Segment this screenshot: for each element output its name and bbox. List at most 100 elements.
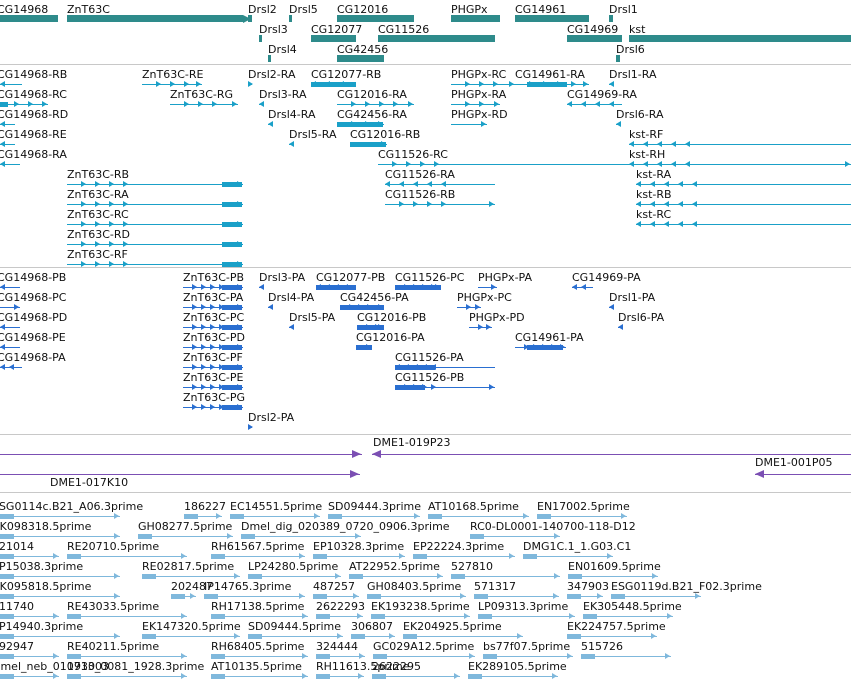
gene-bar[interactable] xyxy=(616,55,620,62)
gene-bar[interactable] xyxy=(67,15,243,22)
est-label[interactable]: GC029A12.5prime xyxy=(373,640,474,653)
est-label[interactable]: 306807 xyxy=(351,620,393,633)
protein-label[interactable]: CG14968-PA xyxy=(0,351,66,364)
gene-label[interactable]: Drsl3 xyxy=(259,23,288,36)
clone-label[interactable]: DME1-001P05 xyxy=(755,456,833,469)
transcript-label[interactable]: ZnT63C-RE xyxy=(142,68,203,81)
est-label[interactable]: AT10135.5prime xyxy=(211,660,302,673)
gene-label[interactable]: Drsl2 xyxy=(248,3,277,16)
est-label[interactable]: ESG0119d.B21_F02.3prime xyxy=(611,580,762,593)
est-label[interactable]: RE02817.5prime xyxy=(142,560,234,573)
protein-label[interactable]: ZnT63C-PB xyxy=(183,271,244,284)
transcript-label[interactable]: ZnT63C-RG xyxy=(170,88,233,101)
est-label[interactable]: bs77f07.5prime xyxy=(483,640,570,653)
transcript-label[interactable]: CG14968-RD xyxy=(0,108,68,121)
est-label[interactable]: 487257 xyxy=(313,580,355,593)
est-label[interactable]: GH08403.5prime xyxy=(367,580,461,593)
protein-label[interactable]: CG11526-PC xyxy=(395,271,464,284)
transcript-label[interactable]: ZnT63C-RA xyxy=(67,188,129,201)
est-label[interactable]: IP14765.3prime xyxy=(204,580,291,593)
protein-label[interactable]: CG12016-PA xyxy=(356,331,425,344)
est-label[interactable]: EP15038.3prime xyxy=(0,560,83,573)
transcript-label[interactable]: CG14961-RA xyxy=(515,68,585,81)
protein-label[interactable]: CG14968-PE xyxy=(0,331,66,344)
gene-bar[interactable] xyxy=(567,35,622,42)
transcript-label[interactable]: PHGPx-RA xyxy=(451,88,506,101)
transcript-label[interactable]: CG11526-RB xyxy=(385,188,455,201)
gene-bar[interactable] xyxy=(515,15,589,22)
est-label[interactable]: EN01609.5prime xyxy=(568,560,661,573)
transcript-label[interactable]: kst-RB xyxy=(636,188,672,201)
transcript-label[interactable]: kst-RA xyxy=(636,168,671,181)
est-label[interactable]: 347903 xyxy=(567,580,609,593)
protein-label[interactable]: CG14969-PA xyxy=(572,271,641,284)
protein-label[interactable]: Drsl2-PA xyxy=(248,411,294,424)
protein-label[interactable]: ZnT63C-PF xyxy=(183,351,243,364)
transcript-label[interactable]: Drsl5-RA xyxy=(289,128,336,141)
est-label[interactable]: 111740 xyxy=(0,600,34,613)
protein-label[interactable]: CG11526-PA xyxy=(395,351,464,364)
est-label[interactable]: AT22952.5prime xyxy=(349,560,440,573)
transcript-label[interactable]: kst-RH xyxy=(629,148,665,161)
protein-label[interactable]: CG12077-PB xyxy=(316,271,385,284)
est-label[interactable]: 193003 xyxy=(67,660,109,673)
transcript-label[interactable]: Drsl4-RA xyxy=(268,108,315,121)
protein-label[interactable]: Drsl1-PA xyxy=(609,291,655,304)
protein-label[interactable]: Drsl3-PA xyxy=(259,271,305,284)
transcript-label[interactable]: CG14968-RA xyxy=(0,148,67,161)
transcript-label[interactable]: CG12077-RB xyxy=(311,68,381,81)
gene-bar[interactable] xyxy=(289,15,292,22)
protein-label[interactable]: ZnT63C-PE xyxy=(183,371,243,384)
est-label[interactable]: EN17002.5prime xyxy=(537,500,630,513)
transcript-label[interactable]: ZnT63C-RF xyxy=(67,248,128,261)
transcript-label[interactable]: Drsl1-RA xyxy=(609,68,656,81)
transcript-label[interactable]: CG12016-RA xyxy=(337,88,407,101)
protein-label[interactable]: Drsl4-PA xyxy=(268,291,314,304)
transcript-label[interactable]: PHGPx-RC xyxy=(451,68,506,81)
protein-label[interactable]: CG14968-PD xyxy=(0,311,67,324)
est-label[interactable]: EP14940.3prime xyxy=(0,620,83,633)
protein-label[interactable]: PHGPx-PD xyxy=(469,311,525,324)
protein-label[interactable]: CG14968-PC xyxy=(0,291,66,304)
gene-bar[interactable] xyxy=(337,55,384,62)
gene-label[interactable]: Drsl5 xyxy=(289,3,318,16)
transcript-label[interactable]: PHGPx-RD xyxy=(451,108,508,121)
est-label[interactable]: 121014 xyxy=(0,540,34,553)
est-label[interactable]: RE43033.5prime xyxy=(67,600,159,613)
est-label[interactable]: DMG1C.1_1.G03.C1 xyxy=(523,540,631,553)
gene-label[interactable]: Drsl4 xyxy=(268,43,297,56)
gene-bar[interactable] xyxy=(248,15,252,22)
protein-label[interactable]: CG14961-PA xyxy=(515,331,584,344)
est-label[interactable]: RH68405.5prime xyxy=(211,640,304,653)
est-label[interactable]: EK305448.5prime xyxy=(583,600,682,613)
transcript-label[interactable]: CG14968-RC xyxy=(0,88,67,101)
transcript-label[interactable]: kst-RF xyxy=(629,128,663,141)
est-label[interactable]: 571317 xyxy=(474,580,516,593)
est-label[interactable]: RK098318.5prime xyxy=(0,520,91,533)
est-label[interactable]: 192947 xyxy=(0,640,34,653)
gene-label[interactable]: Drsl6 xyxy=(616,43,645,56)
gene-bar[interactable] xyxy=(268,55,271,62)
est-label[interactable]: RH61567.5prime xyxy=(211,540,304,553)
transcript-label[interactable]: CG14969-RA xyxy=(567,88,637,101)
protein-label[interactable]: ZnT63C-PD xyxy=(183,331,245,344)
est-label[interactable]: EK147320.5prime xyxy=(142,620,241,633)
est-label[interactable]: EK204925.5prime xyxy=(403,620,502,633)
gene-bar[interactable] xyxy=(629,35,851,42)
transcript-label[interactable]: Drsl6-RA xyxy=(616,108,663,121)
gene-bar[interactable] xyxy=(451,15,500,22)
est-label[interactable]: ESG0114c.B21_A06.3prime xyxy=(0,500,143,513)
est-label[interactable]: AT10168.5prime xyxy=(428,500,519,513)
transcript-label[interactable]: CG14968-RB xyxy=(0,68,67,81)
est-label[interactable]: EK289105.5prime xyxy=(468,660,567,673)
transcript-label[interactable]: ZnT63C-RB xyxy=(67,168,129,181)
est-label[interactable]: SD09444.5prime xyxy=(248,620,341,633)
protein-label[interactable]: PHGPx-PC xyxy=(457,291,512,304)
transcript-label[interactable]: CG14968-RE xyxy=(0,128,67,141)
est-label[interactable]: RK095818.5prime xyxy=(0,580,91,593)
transcript-label[interactable]: CG42456-RA xyxy=(337,108,407,121)
est-label[interactable]: Dmel_dig_020389_0720_0906.3prime xyxy=(241,520,450,533)
est-label[interactable]: 515726 xyxy=(581,640,623,653)
protein-label[interactable]: CG12016-PB xyxy=(357,311,426,324)
transcript-label[interactable]: CG11526-RA xyxy=(385,168,455,181)
